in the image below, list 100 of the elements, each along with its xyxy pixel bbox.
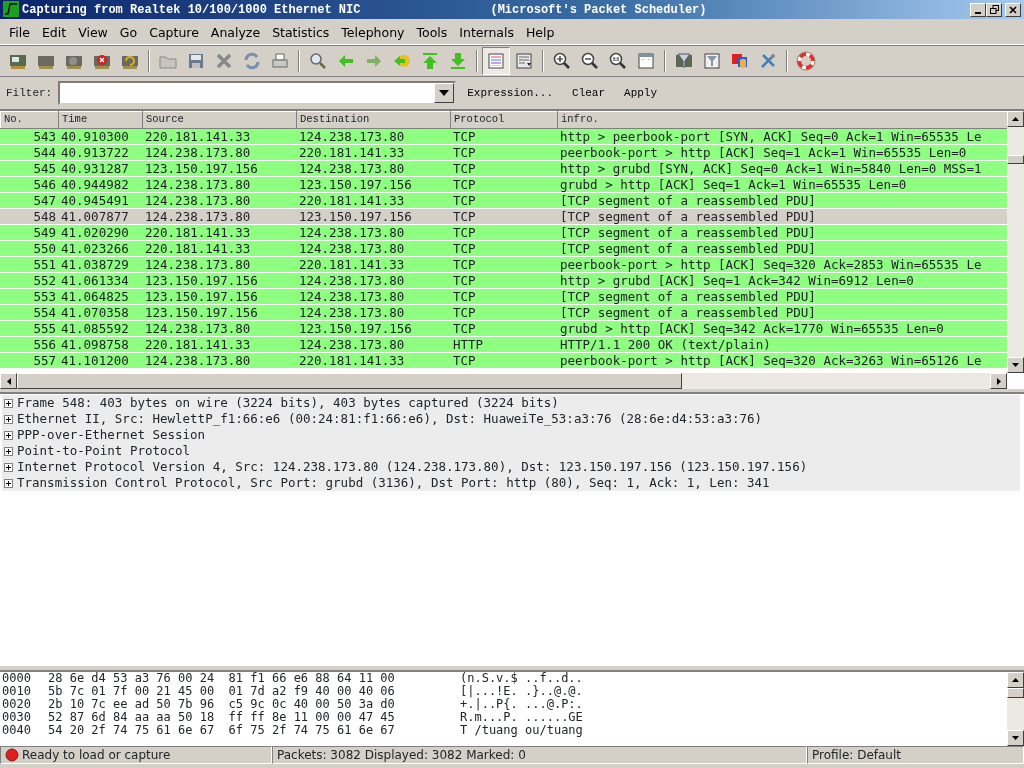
table-cell: grubd > http [ACK] Seq=342 Ack=1770 Win=65535 Len=0 xyxy=(557,320,1007,337)
menu-item[interactable]: File xyxy=(3,21,36,44)
save-icon xyxy=(186,51,206,71)
menu-item[interactable]: Analyze xyxy=(204,21,267,44)
top-arrow-icon xyxy=(420,51,440,71)
hex-bytes: 52 87 6d 84 aa aa 50 18 ff ff 8e 11 00 00 47 45 xyxy=(48,711,396,724)
table-cell: 124.238.173.80 xyxy=(142,208,296,225)
hex-bytes: 2b 10 7c ee ad 50 7b 96 c5 9c 0c 40 00 50 3a d0 xyxy=(48,698,396,711)
table-cell: 124.238.173.80 xyxy=(142,192,296,209)
menu-item[interactable]: Edit xyxy=(35,21,73,44)
filter-button[interactable]: Apply xyxy=(616,84,666,102)
table-cell: 124.238.173.80 xyxy=(142,144,296,161)
table-cell: 41.020290 xyxy=(58,224,142,241)
up-arrow-icon xyxy=(1012,678,1019,682)
menu-item[interactable]: Statistics xyxy=(266,21,336,44)
menu-item[interactable]: Telephony xyxy=(335,21,411,44)
menu-item[interactable]: Internals xyxy=(453,21,520,44)
print-icon xyxy=(270,51,290,71)
table-cell: 123.150.197.156 xyxy=(142,288,296,305)
table-cell: 41.023266 xyxy=(58,240,142,257)
table-cell: peerbook-port > http [ACK] Seq=320 Ack=2853 Win=65535 Le xyxy=(557,256,1007,273)
table-cell: 124.238.173.80 xyxy=(296,224,450,241)
scroll-thumb[interactable] xyxy=(1007,155,1024,164)
table-cell: 220.181.141.33 xyxy=(296,144,450,161)
table-cell: 546 xyxy=(0,176,58,193)
filter-button[interactable]: Expression... xyxy=(459,84,562,102)
scroll-down-button[interactable] xyxy=(1007,730,1024,746)
colorize-icon xyxy=(486,51,506,71)
column-header[interactable]: Protocol xyxy=(450,111,558,129)
table-cell: 555 xyxy=(0,320,58,337)
minimize-button[interactable] xyxy=(970,2,986,17)
scroll-thumb[interactable] xyxy=(1007,688,1024,698)
menu-item[interactable]: Go xyxy=(113,21,144,44)
filter-field[interactable] xyxy=(58,81,457,105)
offset-label: 0000 xyxy=(2,672,32,685)
plus-icon xyxy=(5,479,12,487)
table-cell: 547 xyxy=(0,192,58,209)
table-cell: TCP xyxy=(450,192,557,209)
column-header[interactable]: No. xyxy=(0,111,59,129)
menu-item[interactable]: Capture xyxy=(143,21,205,44)
close-icon xyxy=(1009,5,1017,14)
restore-button[interactable] xyxy=(986,2,1002,17)
table-cell: 551 xyxy=(0,256,58,273)
expand-toggle[interactable] xyxy=(4,414,13,424)
record-icon xyxy=(5,748,19,762)
expand-toggle[interactable] xyxy=(4,398,13,408)
menu-item[interactable]: View xyxy=(72,21,114,44)
bottom-arrow-icon xyxy=(448,51,468,71)
table-cell: TCP xyxy=(450,320,557,337)
table-cell: 124.238.173.80 xyxy=(296,336,450,353)
column-header[interactable]: Source xyxy=(142,111,297,129)
table-cell: 123.150.197.156 xyxy=(296,320,450,337)
column-header[interactable]: Destination xyxy=(296,111,451,129)
scrollbar[interactable] xyxy=(0,373,1007,389)
reload-icon xyxy=(242,51,262,71)
scroll-right-button[interactable] xyxy=(990,373,1007,389)
table-cell: TCP xyxy=(450,288,557,305)
table-cell: TCP xyxy=(450,128,557,145)
table-cell: 545 xyxy=(0,160,58,177)
expand-toggle[interactable] xyxy=(4,430,13,440)
table-cell: TCP xyxy=(450,272,557,289)
scroll-down-button[interactable] xyxy=(1007,357,1024,373)
table-cell: 41.101200 xyxy=(58,352,142,369)
offset-label: 0030 xyxy=(2,711,32,724)
scroll-up-button[interactable] xyxy=(1007,672,1024,688)
menu-item[interactable]: Tools xyxy=(410,21,454,44)
table-cell: 553 xyxy=(0,288,58,305)
table-cell: peerbook-port > http [ACK] Seq=1 Ack=1 Win=65535 Len=0 xyxy=(557,144,1007,161)
scrollbar[interactable] xyxy=(1007,672,1024,746)
table-cell: http > grubd [SYN, ACK] Seq=0 Ack=1 Win=5840 Len=0 MSS=1 xyxy=(557,160,1007,177)
expand-toggle[interactable] xyxy=(4,446,13,456)
expand-toggle[interactable] xyxy=(4,478,13,488)
restore-icon xyxy=(989,5,999,14)
filter-button[interactable]: Clear xyxy=(564,84,614,102)
scroll-left-button[interactable] xyxy=(0,373,17,389)
table-cell: 40.944982 xyxy=(58,176,142,193)
table-cell: TCP xyxy=(450,304,557,321)
scroll-up-button[interactable] xyxy=(1007,111,1024,127)
column-header[interactable]: infro. xyxy=(557,111,1007,129)
table-cell: 220.181.141.33 xyxy=(296,352,450,369)
close-button[interactable] xyxy=(1005,2,1021,17)
auto-scroll-icon xyxy=(514,51,534,71)
table-cell: HTTP xyxy=(450,336,557,353)
lifebuoy-icon xyxy=(796,51,816,71)
dropdown-button[interactable] xyxy=(434,83,455,103)
down-arrow-icon xyxy=(1012,736,1019,740)
column-header[interactable]: Time xyxy=(58,111,143,129)
scroll-thumb[interactable] xyxy=(17,373,682,389)
window-subtitle: (Microsoft's Packet Scheduler) xyxy=(490,1,707,19)
table-cell: TCP xyxy=(450,352,557,369)
table-cell: 123.150.197.156 xyxy=(296,208,450,225)
hex-bytes: 5b 7c 01 7f 00 21 45 00 01 7d a2 f9 40 00 40 06 xyxy=(48,685,396,698)
menu-item[interactable]: Help xyxy=(519,21,561,44)
left-arrow-icon xyxy=(6,377,11,385)
scrollbar[interactable] xyxy=(1007,111,1024,373)
table-cell: 548 xyxy=(0,208,58,225)
expand-toggle[interactable] xyxy=(4,462,13,472)
table-cell: 552 xyxy=(0,272,58,289)
coloring-rules-icon xyxy=(730,51,750,71)
table-cell: [TCP segment of a reassembled PDU] xyxy=(557,240,1007,257)
